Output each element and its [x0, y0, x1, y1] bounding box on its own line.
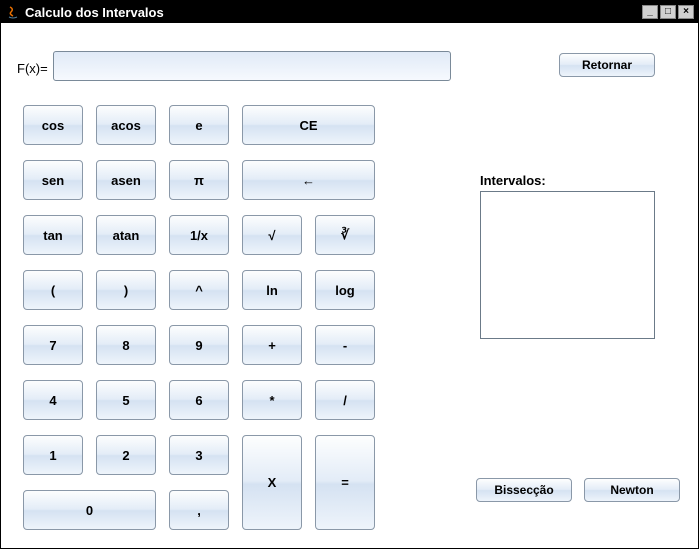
key-div[interactable]: /	[315, 380, 375, 420]
key-cos[interactable]: cos	[23, 105, 83, 145]
key-2[interactable]: 2	[96, 435, 156, 475]
key-acos[interactable]: acos	[96, 105, 156, 145]
intervalos-label: Intervalos:	[480, 173, 546, 188]
key-8[interactable]: 8	[96, 325, 156, 365]
content-area: F(x)= Retornar cos acos e CE sen asen π …	[1, 23, 698, 548]
key-tan[interactable]: tan	[23, 215, 83, 255]
key-eq[interactable]: =	[315, 435, 375, 530]
key-rparen[interactable]: )	[96, 270, 156, 310]
window-title: Calculo dos Intervalos	[25, 5, 642, 20]
key-comma[interactable]: ,	[169, 490, 229, 530]
key-minus[interactable]: -	[315, 325, 375, 365]
titlebar: Calculo dos Intervalos _ □ ×	[1, 1, 698, 23]
key-backspace[interactable]: ←	[242, 160, 375, 200]
key-9[interactable]: 9	[169, 325, 229, 365]
key-4[interactable]: 4	[23, 380, 83, 420]
java-icon	[5, 4, 21, 20]
bisseccao-button[interactable]: Bissecção	[476, 478, 572, 502]
window-controls: _ □ ×	[642, 5, 694, 19]
key-asen[interactable]: asen	[96, 160, 156, 200]
key-cbrt[interactable]: ∛	[315, 215, 375, 255]
key-log[interactable]: log	[315, 270, 375, 310]
key-atan[interactable]: atan	[96, 215, 156, 255]
key-6[interactable]: 6	[169, 380, 229, 420]
key-sqrt[interactable]: √	[242, 215, 302, 255]
key-1[interactable]: 1	[23, 435, 83, 475]
key-x[interactable]: X	[242, 435, 302, 530]
close-button[interactable]: ×	[678, 5, 694, 19]
key-5[interactable]: 5	[96, 380, 156, 420]
key-0[interactable]: 0	[23, 490, 156, 530]
key-3[interactable]: 3	[169, 435, 229, 475]
key-ln[interactable]: ln	[242, 270, 302, 310]
key-lparen[interactable]: (	[23, 270, 83, 310]
key-pow[interactable]: ^	[169, 270, 229, 310]
key-inv[interactable]: 1/x	[169, 215, 229, 255]
maximize-button[interactable]: □	[660, 5, 676, 19]
key-ce[interactable]: CE	[242, 105, 375, 145]
key-pi[interactable]: π	[169, 160, 229, 200]
newton-button[interactable]: Newton	[584, 478, 680, 502]
intervalos-list[interactable]	[480, 191, 655, 339]
minimize-button[interactable]: _	[642, 5, 658, 19]
fx-input[interactable]	[53, 51, 451, 81]
key-7[interactable]: 7	[23, 325, 83, 365]
fx-label: F(x)=	[17, 61, 48, 76]
key-sen[interactable]: sen	[23, 160, 83, 200]
retornar-button[interactable]: Retornar	[559, 53, 655, 77]
key-plus[interactable]: +	[242, 325, 302, 365]
key-e[interactable]: e	[169, 105, 229, 145]
key-mul[interactable]: *	[242, 380, 302, 420]
